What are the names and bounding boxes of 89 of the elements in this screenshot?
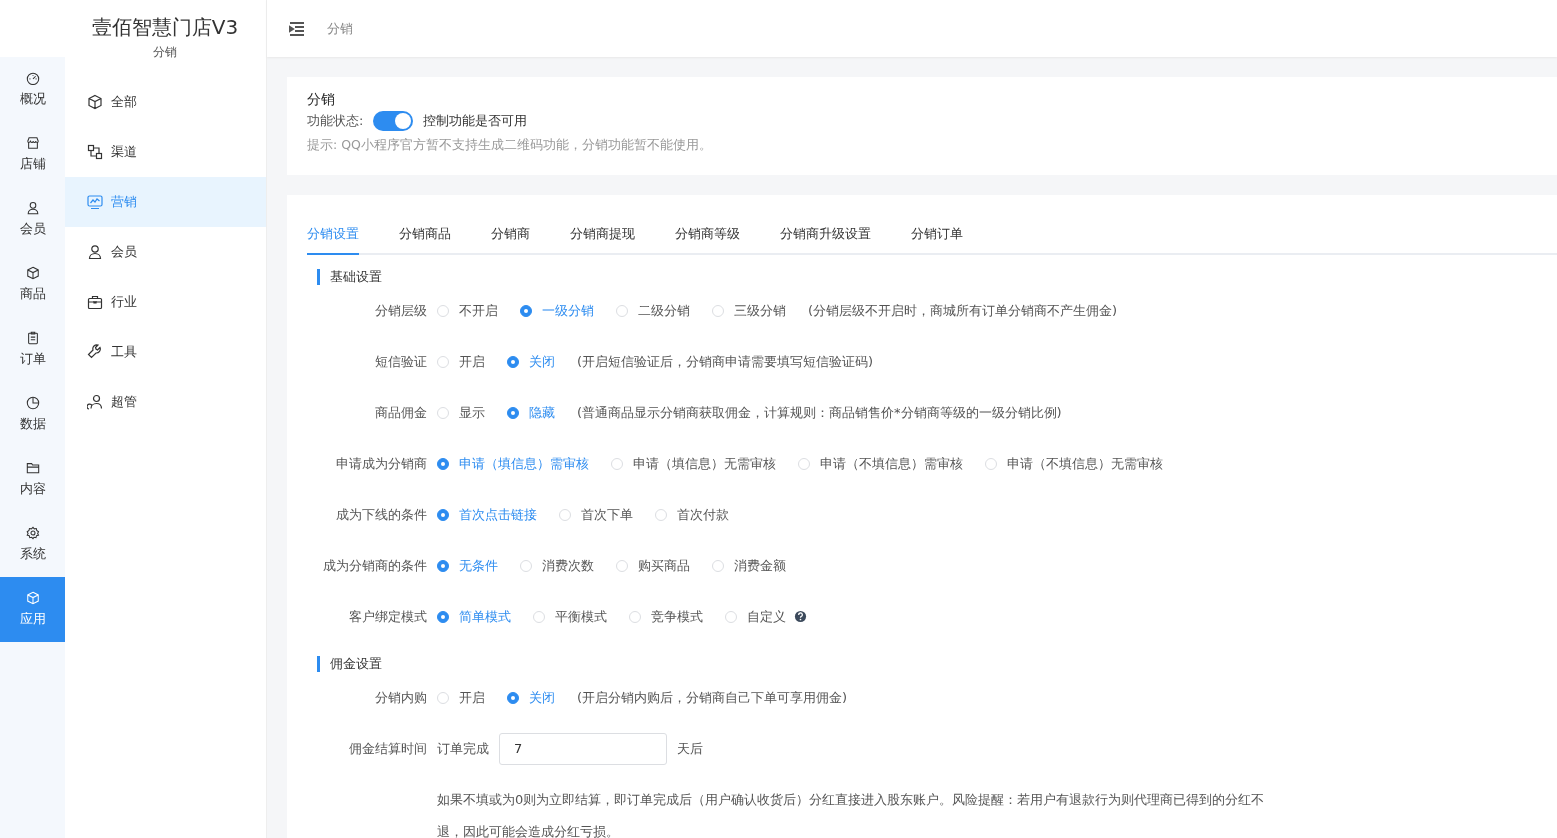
radio-option[interactable]: 申请（填信息）需审核 xyxy=(437,454,589,473)
tab[interactable]: 分销订单 xyxy=(891,225,983,255)
tab[interactable]: 分销商品 xyxy=(379,225,471,255)
radio-option[interactable]: 首次点击链接 xyxy=(437,505,537,524)
submenu-item[interactable]: 行业 xyxy=(65,277,266,327)
tab[interactable]: 分销设置 xyxy=(307,225,359,255)
nav-item[interactable]: 会员 xyxy=(0,187,65,252)
radio-option[interactable]: 消费次数 xyxy=(520,556,594,575)
radio-option[interactable]: 无条件 xyxy=(437,556,498,575)
field-label: 申请成为分销商 xyxy=(335,454,428,473)
field-note: (普通商品显示分销商获取佣金，计算规则：商品销售价*分销商等级的一级分销比例) xyxy=(577,403,1062,422)
input-suffix: 天后 xyxy=(677,739,703,758)
section-heading: 基础设置 xyxy=(317,269,1557,285)
status-note: 控制功能是否可用 xyxy=(423,112,528,130)
submenu-item[interactable]: 会员 xyxy=(65,227,266,277)
app-title: 壹佰智慧门店V3 xyxy=(91,14,239,40)
cube-icon xyxy=(25,591,40,605)
radio-option[interactable]: 关闭 xyxy=(507,688,555,707)
store-icon xyxy=(25,136,40,150)
radio-option[interactable]: 一级分销 xyxy=(520,301,594,320)
wrench-icon xyxy=(87,344,103,360)
radio-option[interactable]: 隐藏 xyxy=(507,403,555,422)
clipboard-icon xyxy=(25,331,40,345)
submenu-item[interactable]: 超管 xyxy=(65,377,266,427)
field-label: 成为下线的条件 xyxy=(335,505,428,524)
chart-icon xyxy=(87,194,103,210)
radio-option[interactable]: 平衡模式 xyxy=(533,607,607,626)
submenu-item[interactable]: 工具 xyxy=(65,327,266,377)
submenu-item[interactable]: 渠道 xyxy=(65,127,266,177)
field-note: (分销层级不开启时，商城所有订单分销商不产生佣金) xyxy=(808,301,1118,320)
radio-option[interactable]: 不开启 xyxy=(437,301,498,320)
field-label: 客户绑定模式 xyxy=(348,607,428,626)
hint-text: 提示: QQ小程序官方暂不支持生成二维码功能，分销功能暂不能使用。 xyxy=(307,137,713,154)
nav-item[interactable]: 订单 xyxy=(0,317,65,382)
menu-icon[interactable] xyxy=(289,21,305,36)
radio-option[interactable]: 显示 xyxy=(437,403,485,422)
cube-icon xyxy=(25,266,40,280)
radio-option[interactable]: 二级分销 xyxy=(616,301,690,320)
field-note: (开启分销内购后，分销商自己下单可享用佣金) xyxy=(577,688,848,707)
radio-option[interactable]: 关闭 xyxy=(507,352,555,371)
input-prefix: 订单完成 xyxy=(437,739,489,758)
users-icon xyxy=(87,394,103,410)
radio-option[interactable]: 自定义 xyxy=(725,607,786,626)
tab[interactable]: 分销商等级 xyxy=(655,225,760,255)
radio-option[interactable]: 开启 xyxy=(437,352,485,371)
breadcrumb[interactable]: 分销 xyxy=(327,19,353,38)
radio-option[interactable]: 首次下单 xyxy=(559,505,633,524)
radio-option[interactable]: 三级分销 xyxy=(712,301,786,320)
briefcase-icon xyxy=(87,294,103,310)
nav-item[interactable]: 内容 xyxy=(0,447,65,512)
toggle-switch[interactable] xyxy=(373,111,414,131)
user-icon xyxy=(87,244,103,260)
nav-item[interactable]: 商品 xyxy=(0,252,65,317)
cube-icon xyxy=(87,94,103,110)
user-icon xyxy=(25,201,40,215)
radio-option[interactable]: 购买商品 xyxy=(616,556,690,575)
help-text: 如果不填或为0则为立即结算，即订单完成后（用户确认收货后）分红直接进入股东账户。风险提醒：若用户有退款行为则代理商已得到的分红不退，因此可能会造成分红亏损。 xyxy=(437,791,1266,838)
radio-option[interactable]: 申请（不填信息）无需审核 xyxy=(985,454,1163,473)
submenu-item[interactable]: 全部 xyxy=(65,77,266,127)
status-label: 功能状态: xyxy=(307,112,364,130)
squares-icon xyxy=(87,144,103,160)
field-note: (开启短信验证后，分销商申请需要填写短信验证码) xyxy=(577,352,874,371)
tab[interactable]: 分销商升级设置 xyxy=(760,225,891,255)
radio-option[interactable]: 消费金额 xyxy=(712,556,786,575)
plugin-title: 分销 xyxy=(307,91,336,109)
folder-icon xyxy=(25,461,40,475)
tab[interactable]: 分销商 xyxy=(471,225,550,255)
section-heading: 佣金设置 xyxy=(317,656,1557,672)
pie-chart-icon xyxy=(25,396,40,410)
field-label: 商品佣金 xyxy=(374,403,428,422)
radio-option[interactable]: 申请（不填信息）需审核 xyxy=(798,454,963,473)
input-field[interactable]: 7 xyxy=(499,732,667,765)
field-label: 分销层级 xyxy=(374,301,428,320)
nav-item[interactable]: 概况 xyxy=(0,57,65,122)
field-label: 分销内购 xyxy=(374,688,428,707)
field-label: 短信验证 xyxy=(374,352,428,371)
radio-option[interactable]: 简单模式 xyxy=(437,607,511,626)
nav-item[interactable]: 系统 xyxy=(0,512,65,577)
field-label: 成为分销商的条件 xyxy=(322,556,428,575)
nav-item[interactable]: 店铺 xyxy=(0,122,65,187)
radio-option[interactable]: 竞争模式 xyxy=(629,607,703,626)
tab[interactable]: 分销商提现 xyxy=(550,225,655,255)
radio-option[interactable]: 首次付款 xyxy=(655,505,729,524)
radio-option[interactable]: 开启 xyxy=(437,688,485,707)
settings-icon xyxy=(25,526,40,540)
gauge-icon xyxy=(25,71,40,85)
field-label: 佣金结算时间 xyxy=(348,739,428,758)
nav-item[interactable]: 数据 xyxy=(0,382,65,447)
radio-option[interactable]: 申请（填信息）无需审核 xyxy=(611,454,776,473)
